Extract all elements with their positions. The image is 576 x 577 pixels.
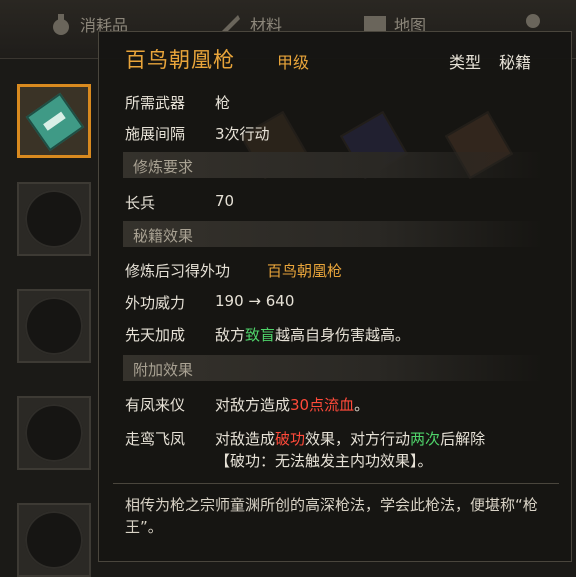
weapon-label: 所需武器 [125, 94, 186, 112]
effect-text: 对敌造成 [215, 430, 276, 448]
item-tooltip-panel: 百鸟朝凰枪 甲级 类型 秘籍 所需武器 枪 施展间隔 3次行动 修炼要求 长兵 … [98, 31, 572, 562]
effect-highlight: 破功 [275, 430, 306, 448]
learn-value: 百鸟朝凰枪 [267, 262, 343, 280]
effect-highlight: 30点流血 [290, 396, 355, 414]
item-grade: 甲级 [277, 53, 310, 72]
extra-effect-2-label: 走鸾飞凤 [125, 430, 186, 448]
requirement-value: 70 [215, 192, 235, 210]
inventory-slot[interactable] [17, 396, 91, 470]
innate-text: 敌方 [215, 326, 246, 344]
effect-text: 效果，对方行动 [305, 430, 411, 448]
inventory-slot-selected[interactable] [17, 84, 91, 158]
effect-text: 对敌方造成 [215, 396, 291, 414]
extra-effect-2-value: 对敌造成破功效果，对方行动两次后解除 [215, 428, 485, 449]
section-requirements-title: 修炼要求 [133, 158, 194, 176]
divider [113, 483, 559, 484]
requirement-label: 长兵 [125, 194, 156, 212]
extra-effect-1-label: 有凤来仪 [125, 396, 186, 414]
item-type-label: 类型 [449, 53, 482, 72]
effect-highlight: 两次 [410, 430, 441, 448]
interval-value: 3次行动 [215, 125, 270, 143]
extra-effect-2-note: 【破功：无法触发主内功效果】。 [215, 452, 433, 470]
innate-highlight: 致盲 [245, 326, 276, 344]
section-effects: 秘籍效果 [123, 221, 543, 247]
section-effects-title: 秘籍效果 [133, 227, 194, 245]
item-description: 相传为枪之宗师童渊所创的高深枪法，学会此枪法，便堪称“枪王”。 [125, 496, 538, 536]
section-extra-effects: 附加效果 [123, 355, 543, 381]
interval-label: 施展间隔 [125, 125, 186, 143]
extra-effect-1-value: 对敌方造成30点流血。 [215, 394, 369, 415]
item-type-value: 秘籍 [499, 53, 532, 72]
learn-label: 修炼后习得外功 [125, 262, 231, 280]
power-value: 190 → 640 [215, 292, 295, 310]
innate-value: 敌方致盲越高自身伤害越高。 [215, 324, 410, 345]
section-extra-title: 附加效果 [133, 361, 194, 379]
manual-book-icon [25, 92, 85, 152]
weapon-value: 枪 [215, 94, 231, 112]
power-label: 外功威力 [125, 294, 186, 312]
item-name: 百鸟朝凰枪 [125, 48, 235, 72]
inventory-slot[interactable] [17, 182, 91, 256]
innate-label: 先天加成 [125, 326, 186, 344]
inventory-slot[interactable] [17, 503, 91, 577]
innate-text: 越高自身伤害越高。 [275, 326, 411, 344]
effect-text: 后解除 [440, 430, 486, 448]
section-requirements: 修炼要求 [123, 152, 543, 178]
effect-text: 。 [354, 396, 370, 414]
inventory-slot[interactable] [17, 289, 91, 363]
potion-icon [48, 11, 74, 37]
